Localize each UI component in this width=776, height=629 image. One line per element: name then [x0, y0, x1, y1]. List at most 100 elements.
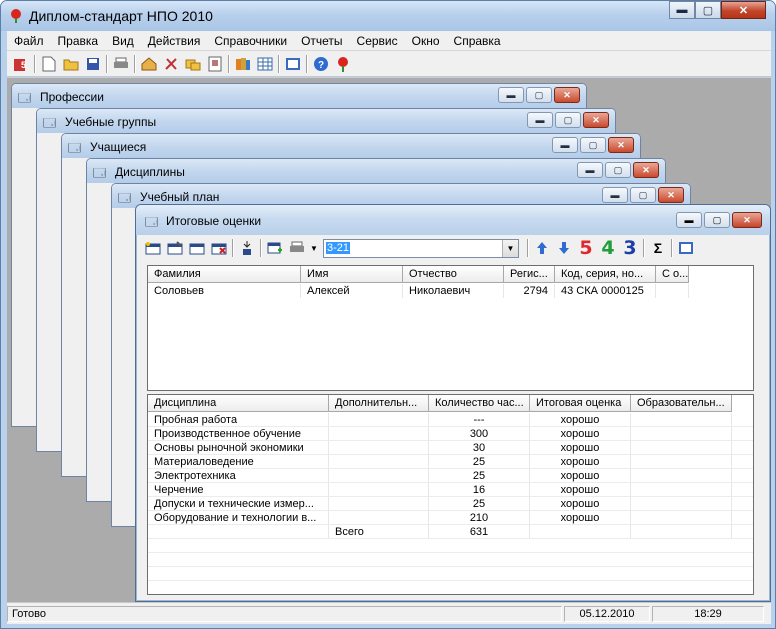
close-icon[interactable]: ✕	[554, 87, 580, 103]
column-header[interactable]: Дисциплина	[148, 395, 329, 412]
table-row[interactable]: Допуски и технические измер... 25 хорошо	[148, 497, 732, 511]
menu-references[interactable]: Справочники	[207, 34, 294, 48]
view-record-icon[interactable]	[186, 237, 208, 259]
help-icon[interactable]: ?	[310, 53, 332, 75]
group-select[interactable]: 3-21 ▼	[323, 238, 519, 258]
minimize-icon[interactable]: ▬	[552, 137, 578, 153]
column-header[interactable]: Отчество	[403, 266, 504, 283]
maximize-icon[interactable]: ▢	[555, 112, 581, 128]
edit-record-icon[interactable]	[164, 237, 186, 259]
students-grid: Фамилия Имя Отчество Регис... Код, серия…	[147, 265, 754, 391]
open-folder-icon[interactable]	[60, 53, 82, 75]
table-row[interactable]: Соловьев Алексей Николаевич 2794 43 СКА …	[148, 284, 689, 298]
close-icon[interactable]: ✕	[721, 1, 766, 19]
book-help-icon[interactable]	[675, 237, 697, 259]
table-cell: хорошо	[530, 413, 631, 427]
menu-help[interactable]: Справка	[447, 34, 508, 48]
column-header[interactable]: С о...	[656, 266, 689, 283]
table-cell	[631, 483, 732, 497]
table-row[interactable]: Пробная работа --- хорошо	[148, 413, 732, 427]
delete-record-icon[interactable]	[208, 237, 230, 259]
close-icon[interactable]: ✕	[633, 162, 659, 178]
table-cell: Пробная работа	[148, 413, 329, 427]
table-row[interactable]: Всего 631	[148, 525, 732, 539]
book-help-icon[interactable]	[282, 53, 304, 75]
table-row[interactable]: Оборудование и технологии в... 210 хорошо	[148, 511, 732, 525]
maximize-icon[interactable]: ▢	[630, 187, 656, 203]
menu-service[interactable]: Сервис	[350, 34, 405, 48]
save-icon[interactable]	[82, 53, 104, 75]
minimize-icon[interactable]: ▬	[676, 212, 702, 228]
table-row[interactable]: Электротехника 25 хорошо	[148, 469, 732, 483]
table-cell: 210	[429, 511, 530, 525]
flower-icon[interactable]	[332, 53, 354, 75]
window-final-grades[interactable]: 🗔 Итоговые оценки ▬ ▢ ✕ ▼ 3-21 ▼ 5 4 3 Σ…	[135, 204, 771, 602]
print-icon[interactable]	[286, 237, 308, 259]
grade-4-button[interactable]: 4	[597, 237, 619, 259]
print-dropdown-icon[interactable]: ▼	[308, 237, 320, 259]
new-document-icon[interactable]	[38, 53, 60, 75]
window-icon: 🗔	[68, 141, 82, 155]
column-header[interactable]: Регис...	[504, 266, 555, 283]
print-icon[interactable]	[110, 53, 132, 75]
column-header[interactable]: Итоговая оценка	[530, 395, 631, 412]
chevron-down-icon[interactable]: ▼	[502, 239, 518, 257]
maximize-icon[interactable]: ▢	[704, 212, 730, 228]
table-cell	[530, 525, 631, 539]
minimize-icon[interactable]: ▬	[602, 187, 628, 203]
table-icon[interactable]	[254, 53, 276, 75]
app-window: Диплом-стандарт НПО 2010 ▬ ▢ ✕ Файл Прав…	[0, 0, 776, 629]
minimize-icon[interactable]: ▬	[577, 162, 603, 178]
menu-file[interactable]: Файл	[7, 34, 51, 48]
maximize-icon[interactable]: ▢	[605, 162, 631, 178]
column-header[interactable]: Фамилия	[148, 266, 301, 283]
menu-reports[interactable]: Отчеты	[294, 34, 349, 48]
menu-window[interactable]: Окно	[405, 34, 447, 48]
table-cell	[329, 413, 429, 427]
folders-icon[interactable]	[182, 53, 204, 75]
table-cell: ---	[429, 413, 530, 427]
grade-5-button[interactable]: 5	[575, 237, 597, 259]
column-header[interactable]: Имя	[301, 266, 403, 283]
table-row[interactable]: Материаловедение 25 хорошо	[148, 455, 732, 469]
close-icon[interactable]: ✕	[732, 212, 762, 228]
arrow-down-icon[interactable]	[553, 237, 575, 259]
maximize-icon[interactable]: ▢	[526, 87, 552, 103]
sort-icon[interactable]	[236, 237, 258, 259]
svg-text:?: ?	[318, 60, 324, 71]
minimize-icon[interactable]: ▬	[498, 87, 524, 103]
svg-text:5: 5	[21, 60, 26, 70]
column-header[interactable]: Код, серия, но...	[555, 266, 656, 283]
table-row[interactable]: Черчение 16 хорошо	[148, 483, 732, 497]
menu-actions[interactable]: Действия	[141, 34, 208, 48]
arrow-up-icon[interactable]	[531, 237, 553, 259]
add-row-icon[interactable]	[264, 237, 286, 259]
tools-icon[interactable]	[160, 53, 182, 75]
title-bar[interactable]: Диплом-стандарт НПО 2010 ▬ ▢ ✕	[1, 1, 775, 31]
books-icon[interactable]	[232, 53, 254, 75]
table-cell: хорошо	[530, 511, 631, 525]
close-icon[interactable]: ✕	[658, 187, 684, 203]
card-icon[interactable]	[204, 53, 226, 75]
column-header[interactable]: Количество час...	[429, 395, 530, 412]
minimize-icon[interactable]: ▬	[527, 112, 553, 128]
maximize-icon[interactable]: ▢	[580, 137, 606, 153]
grade-3-button[interactable]: 3	[619, 237, 641, 259]
close-icon[interactable]: ✕	[608, 137, 634, 153]
column-header[interactable]: Дополнительн...	[329, 395, 429, 412]
close-icon[interactable]: ✕	[583, 112, 609, 128]
menu-view[interactable]: Вид	[105, 34, 141, 48]
table-cell: Всего	[329, 525, 429, 539]
minimize-icon[interactable]: ▬	[669, 1, 695, 19]
column-header[interactable]: Образовательн...	[631, 395, 732, 412]
maximize-icon[interactable]: ▢	[695, 1, 721, 19]
home-icon[interactable]	[138, 53, 160, 75]
add-record-icon[interactable]	[142, 237, 164, 259]
grade-book-icon[interactable]: 5	[10, 53, 32, 75]
window-icon: 🗔	[93, 166, 107, 180]
sum-button[interactable]: Σ	[647, 237, 669, 259]
window-icon: 🗔	[18, 91, 32, 105]
table-row[interactable]: Производственное обучение 300 хорошо	[148, 427, 732, 441]
menu-edit[interactable]: Правка	[51, 34, 106, 48]
table-row[interactable]: Основы рыночной экономики 30 хорошо	[148, 441, 732, 455]
